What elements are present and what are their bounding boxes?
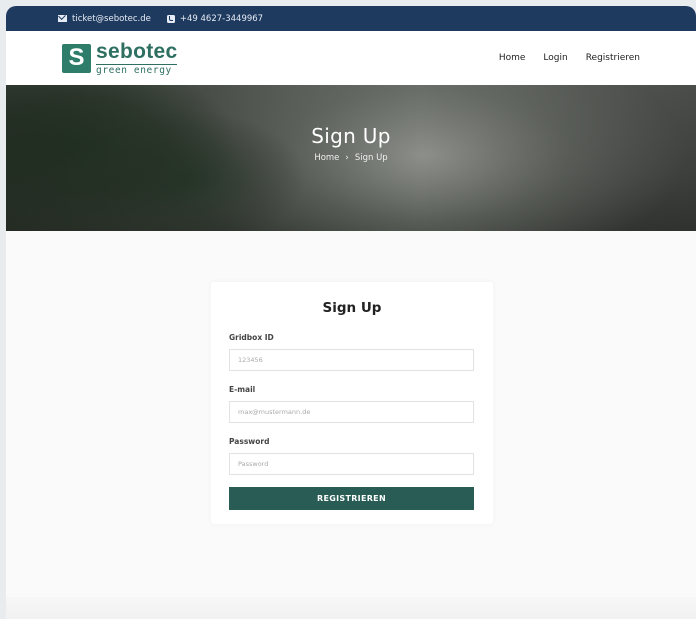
breadcrumb: Home › Sign Up bbox=[6, 153, 696, 163]
nav-item-login[interactable]: Login bbox=[543, 53, 567, 63]
password-input[interactable]: Password bbox=[229, 453, 474, 475]
nav-item-registrieren[interactable]: Registrieren bbox=[586, 53, 640, 63]
breadcrumb-separator: › bbox=[345, 153, 349, 163]
contact-topbar: ticket@sebotec.de +49 4627-3449967 bbox=[6, 6, 696, 31]
gridbox-id-label: Gridbox ID bbox=[229, 333, 274, 342]
logo-mark: S bbox=[62, 43, 91, 73]
breadcrumb-current: Sign Up bbox=[354, 153, 388, 163]
gridbox-id-input[interactable]: 123456 bbox=[229, 349, 474, 371]
contact-phone-text: +49 4627-3449967 bbox=[179, 13, 264, 24]
email-input[interactable]: max@mustermann.de bbox=[229, 401, 474, 423]
mail-icon bbox=[58, 15, 67, 22]
email-label: E-mail bbox=[229, 385, 256, 394]
signup-card: Sign Up Gridbox ID 123456 E-mail max@mus… bbox=[211, 282, 493, 524]
hero-content: Sign Up Home › Sign Up bbox=[6, 124, 696, 163]
contact-email-text: ticket@sebotec.de bbox=[72, 13, 151, 24]
hero-banner: Sign Up Home › Sign Up bbox=[6, 85, 696, 231]
register-button[interactable]: REGISTRIEREN bbox=[229, 487, 474, 510]
breadcrumb-home[interactable]: Home bbox=[314, 153, 339, 163]
contact-email[interactable]: ticket@sebotec.de bbox=[58, 14, 151, 24]
site-logo[interactable]: S sebotec green energy bbox=[62, 39, 178, 76]
contact-phone[interactable]: +49 4627-3449967 bbox=[166, 13, 264, 24]
signup-title: Sign Up bbox=[322, 300, 382, 316]
hero-title: Sign Up bbox=[311, 124, 391, 148]
nav-item-home[interactable]: Home bbox=[499, 53, 526, 63]
footer-strip bbox=[6, 597, 696, 619]
logo-text: sebotec green energy bbox=[96, 39, 178, 76]
logo-tagline: green energy bbox=[96, 63, 178, 76]
main-navbar: S sebotec green energy Home Login Regist… bbox=[6, 31, 696, 85]
logo-name: sebotec bbox=[96, 39, 178, 63]
phone-icon bbox=[166, 14, 175, 23]
nav-menu: Home Login Registrieren bbox=[499, 53, 640, 63]
password-label: Password bbox=[229, 437, 270, 446]
